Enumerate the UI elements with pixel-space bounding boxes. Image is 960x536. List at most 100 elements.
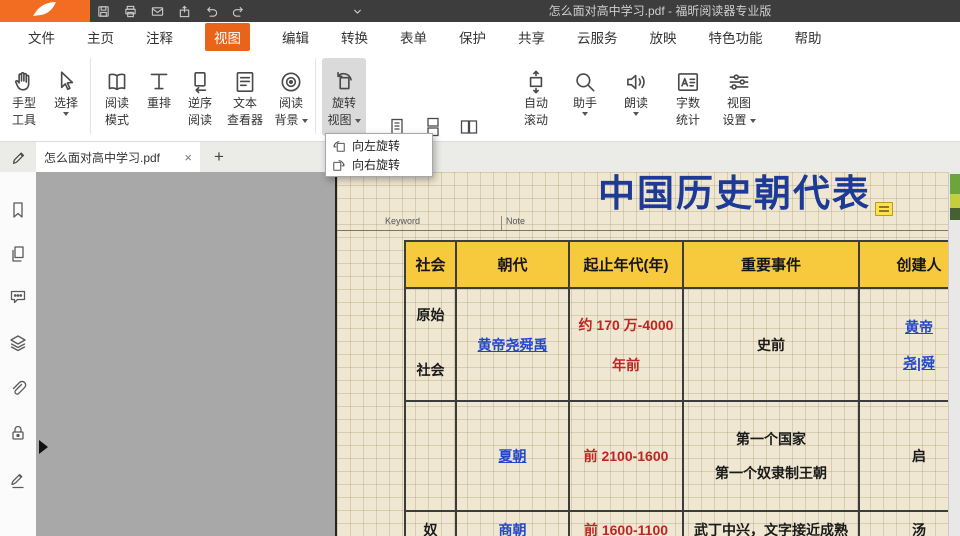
pdf-page: 中国历史朝代表 Keyword Note 社会 朝代 起止年代(年) 重要事件 … [337, 172, 948, 536]
assistant-button[interactable]: 助手 [563, 58, 607, 136]
foxit-logo[interactable] [0, 0, 90, 22]
menu-cloud[interactable]: 云服务 [577, 27, 618, 47]
founder-link[interactable]: 黄帝 [905, 317, 933, 337]
annotate-pencil-button[interactable] [9, 148, 29, 168]
menu-file[interactable]: 文件 [28, 27, 55, 47]
reverse-page-icon [187, 61, 213, 95]
document-tab[interactable]: 怎么面对高中学习.pdf × [36, 142, 200, 172]
pages-icon [9, 245, 27, 263]
menu-convert[interactable]: 转换 [341, 27, 368, 47]
menu-home[interactable]: 主页 [87, 27, 114, 47]
read-mode-button[interactable]: 阅读 模式 [96, 58, 138, 136]
auto-scroll-icon [523, 61, 549, 95]
reflow-button[interactable]: 重排 [140, 58, 178, 136]
select-tool-button[interactable]: 选择 [47, 58, 85, 136]
pencil-icon [11, 150, 27, 166]
word-count-button[interactable]: 字数 统计 [665, 58, 711, 136]
vertical-scrollbar[interactable] [948, 172, 960, 536]
pdf-viewport[interactable]: 中国历史朝代表 Keyword Note 社会 朝代 起止年代(年) 重要事件 … [36, 172, 948, 536]
menu-protect[interactable]: 保护 [459, 27, 486, 47]
sidebar-layers-button[interactable] [9, 334, 27, 352]
reflow-label: 重排 [147, 95, 171, 112]
qat-customize-chevron-icon[interactable] [352, 0, 363, 22]
text-document-icon [232, 61, 258, 95]
sidebar-pages-button[interactable] [9, 245, 27, 263]
email-button[interactable] [150, 4, 165, 19]
read-background-button[interactable]: 阅读 背景 [270, 58, 312, 136]
rotate-view-label: 旋转 [332, 95, 356, 112]
speaker-icon [623, 61, 649, 95]
tab-close-button[interactable]: × [184, 151, 192, 164]
navigation-panel-strip [0, 172, 36, 536]
view-settings-button[interactable]: 视图 设置 [715, 58, 763, 136]
menu-share[interactable]: 共享 [518, 27, 545, 47]
table-header-society: 社会 [406, 242, 457, 289]
auto-scroll-button[interactable]: 自动 滚动 [514, 58, 558, 136]
reverse-read-label: 逆序 [188, 95, 212, 112]
dynasty-link[interactable]: 商朝 [499, 520, 527, 536]
cell-dynasty: 商朝 [457, 512, 570, 536]
keyword-note-divider [501, 216, 502, 230]
reflow-text-icon [146, 61, 172, 95]
note-label: Note [506, 216, 525, 226]
sidebar-signature-button[interactable] [9, 471, 27, 489]
text-viewer-button[interactable]: 文本 查看器 [221, 58, 269, 136]
export-button[interactable] [177, 4, 192, 19]
rotate-left-icon [332, 139, 346, 153]
menu-item-rotate-right[interactable]: 向右旋转 [326, 155, 432, 174]
dynasty-link[interactable]: 夏朝 [499, 446, 527, 466]
sidebar-security-button[interactable] [9, 424, 27, 442]
menu-features[interactable]: 特色功能 [709, 27, 763, 47]
read-aloud-button[interactable]: 朗读 [614, 58, 658, 136]
menubar: 文件 主页 注释 视图 编辑 转换 表单 保护 共享 云服务 放映 特色功能 帮… [0, 22, 960, 52]
bookmark-icon [9, 201, 27, 219]
cell-dynasty: 黄帝尧舜禹 [457, 289, 570, 402]
cell-events: 第一个国家 第一个奴隶制王朝 [684, 402, 860, 512]
dropdown-arrow-icon [750, 119, 756, 123]
panel-expand-arrow[interactable] [39, 440, 48, 454]
save-button[interactable] [96, 4, 111, 19]
new-tab-button[interactable]: + [206, 142, 232, 172]
scroll-indicator-segment [950, 208, 960, 220]
sidebar-comments-button[interactable] [9, 288, 27, 306]
layers-icon [9, 334, 27, 352]
menu-present[interactable]: 放映 [650, 27, 677, 47]
menu-item-rotate-left[interactable]: 向左旋转 [326, 136, 432, 155]
document-heading: 中国历史朝代表 [562, 172, 907, 217]
table-header-dynasty: 朝代 [457, 242, 570, 289]
scrollbar-thumb[interactable] [950, 174, 960, 220]
sliders-icon [726, 61, 752, 95]
menu-view[interactable]: 视图 [205, 23, 250, 51]
content-area: 中国历史朝代表 Keyword Note 社会 朝代 起止年代(年) 重要事件 … [0, 172, 960, 536]
cell-years: 约 170 万-4000 年前 [570, 289, 684, 402]
auto-scroll-label: 自动 [524, 95, 548, 112]
undo-button[interactable] [204, 4, 219, 19]
hand-tool-button[interactable]: 手型 工具 [2, 58, 46, 136]
sidebar-bookmarks-button[interactable] [9, 201, 27, 219]
facing-pages-icon [459, 117, 479, 137]
hand-icon [11, 61, 37, 95]
cell-events: 武丁中兴，文字接近成熟 [684, 512, 860, 536]
quick-access-toolbar [96, 0, 246, 22]
cell-society: 奴 [406, 512, 457, 536]
print-button[interactable] [123, 4, 138, 19]
founder-link[interactable]: 尧|舜 [903, 353, 935, 373]
facing-view-button[interactable] [457, 114, 481, 140]
paperclip-icon [9, 380, 27, 398]
rotate-right-icon [332, 158, 346, 172]
menu-comment[interactable]: 注释 [146, 27, 173, 47]
cell-society: 原始 社会 [406, 289, 457, 402]
comment-annotation-icon[interactable] [875, 202, 893, 216]
rotate-view-button[interactable]: 旋转 视图 [322, 58, 366, 136]
menu-help[interactable]: 帮助 [795, 27, 822, 47]
select-tool-label: 选择 [54, 95, 78, 112]
dynasty-link[interactable]: 黄帝尧舜禹 [478, 335, 548, 355]
redo-button[interactable] [231, 4, 246, 19]
table-header-years: 起止年代(年) [570, 242, 684, 289]
reverse-read-button[interactable]: 逆序 阅读 [180, 58, 220, 136]
menu-edit[interactable]: 编辑 [282, 27, 309, 47]
sidebar-attachments-button[interactable] [9, 380, 27, 398]
dynasty-table: 社会 朝代 起止年代(年) 重要事件 创建人 原始 社会 黄帝尧舜禹 约 170… [404, 240, 948, 536]
menu-form[interactable]: 表单 [400, 27, 427, 47]
cell-years: 前 2100-1600 [570, 402, 684, 512]
